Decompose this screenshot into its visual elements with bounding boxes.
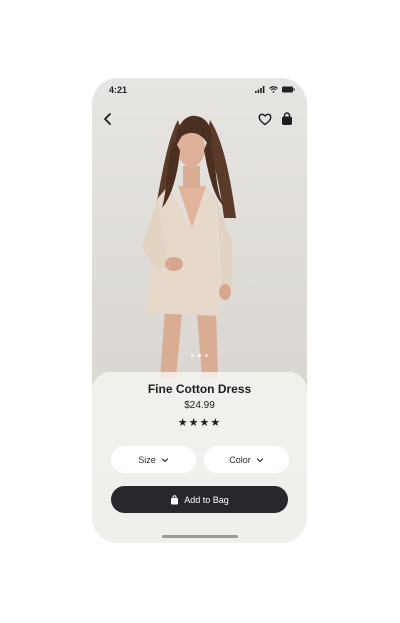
color-select[interactable]: Color	[204, 446, 289, 473]
product-price: $24.99	[184, 400, 215, 411]
heart-icon[interactable]	[257, 111, 273, 127]
add-to-bag-label: Add to Bag	[184, 494, 229, 505]
carousel-dot-active[interactable]	[198, 354, 201, 357]
phone-screen: 4:21 Fine Cotton Dress $24.99 ★★★★ Size …	[92, 78, 307, 543]
status-icons	[255, 86, 295, 93]
status-bar: 4:21	[92, 78, 307, 102]
carousel-dot[interactable]	[205, 354, 208, 357]
add-to-bag-button[interactable]: Add to Bag	[111, 486, 288, 513]
back-arrow-icon[interactable]	[100, 111, 116, 127]
bag-icon[interactable]	[279, 111, 295, 127]
size-label: Size	[138, 454, 156, 465]
size-select[interactable]: Size	[111, 446, 196, 473]
battery-icon	[282, 86, 295, 93]
rating-stars: ★★★★	[177, 417, 222, 429]
chevron-down-icon	[161, 457, 168, 462]
carousel-dots[interactable]	[92, 354, 307, 357]
carousel-dot[interactable]	[191, 354, 194, 357]
product-details-sheet: Fine Cotton Dress $24.99 ★★★★ Size Color…	[92, 372, 307, 543]
bag-icon	[171, 494, 179, 504]
signal-icon	[255, 86, 265, 93]
status-time: 4:21	[109, 85, 128, 95]
product-title: Fine Cotton Dress	[147, 382, 252, 396]
chevron-down-icon	[256, 457, 263, 462]
product-image	[142, 115, 236, 378]
color-label: Color	[229, 454, 251, 465]
wifi-icon	[269, 86, 278, 93]
home-indicator[interactable]	[162, 535, 238, 538]
